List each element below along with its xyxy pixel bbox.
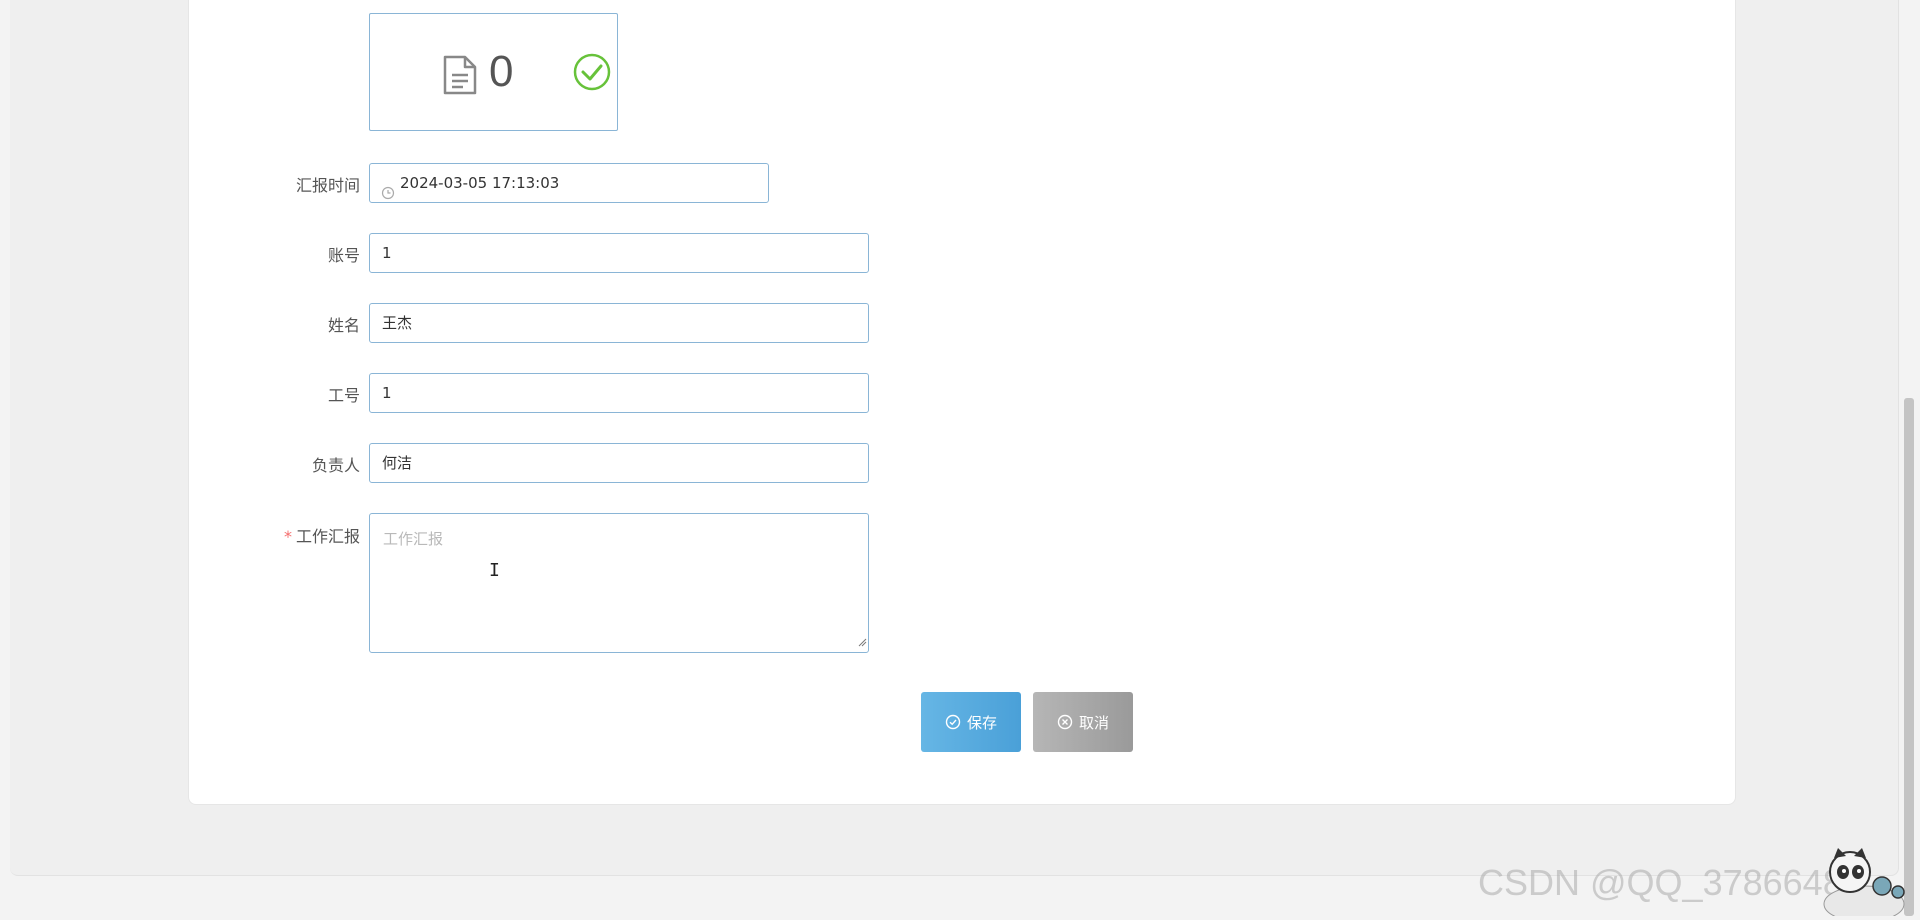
scrollbar-thumb[interactable] [1904,398,1914,916]
report-time-label: 汇报时间 [295,176,360,195]
manager-label: 负责人 [311,456,360,475]
work-report-label: * 工作汇报 [200,523,360,547]
save-button-label: 保存 [966,713,997,732]
report-time-value: 2024-03-05 17:13:03 [400,174,560,192]
required-mark: * [283,527,292,546]
account-input[interactable]: 1 [369,233,869,273]
cancel-button-label: 取消 [1078,713,1109,732]
cancel-button[interactable]: 取消 [1033,692,1133,752]
report-time-picker[interactable]: 2024-03-05 17:13:03 [369,163,769,203]
manager-input[interactable]: 何洁 [369,443,869,483]
mascot-icon [1816,846,1906,920]
employee-no-input[interactable]: 1 [369,373,869,413]
clock-icon [381,176,395,214]
csdn-watermark: CSDN @QQ_37866480 [1478,862,1863,903]
check-circle-icon [573,53,611,95]
work-report-label-text: 工作汇报 [295,527,360,546]
account-label: 账号 [327,246,360,265]
file-icon [443,55,477,99]
employee-no-label: 工号 [327,386,360,405]
text-cursor-icon: I [489,560,500,581]
vertical-scrollbar[interactable] [1904,0,1918,916]
save-button[interactable]: 保存 [921,692,1021,752]
resize-handle-icon[interactable] [857,632,867,651]
close-circle-icon [1057,714,1073,730]
check-circle-icon [945,714,961,730]
name-label: 姓名 [327,316,360,335]
work-report-textarea[interactable]: 工作汇报 [369,513,869,653]
work-report-placeholder: 工作汇报 [383,530,444,548]
file-count: 0 [489,47,514,96]
name-input[interactable]: 王杰 [369,303,869,343]
file-upload-box[interactable]: 0 [369,13,618,131]
